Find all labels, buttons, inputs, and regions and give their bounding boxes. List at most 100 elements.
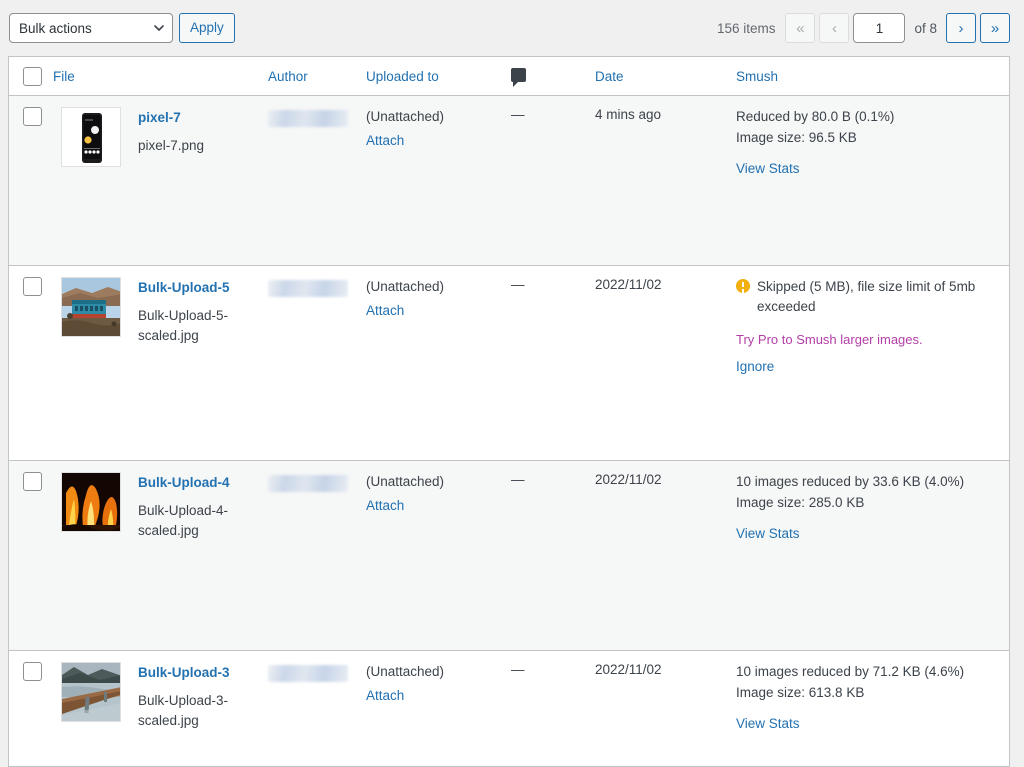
chevron-down-icon	[154, 23, 164, 33]
author-cell	[268, 662, 366, 766]
table-navigation-top: Bulk actions Apply 156 items « ‹ of 8 › …	[0, 0, 1024, 56]
file-name: Bulk-Upload-4-scaled.jpg	[138, 503, 229, 538]
file-title-link[interactable]: Bulk-Upload-4	[138, 474, 251, 492]
column-header-author[interactable]: Author	[268, 69, 366, 84]
attach-link[interactable]: Attach	[366, 498, 404, 513]
prev-page-button: ‹	[819, 13, 850, 43]
comments-value: —	[511, 277, 525, 292]
author-cell	[268, 107, 366, 265]
uploaded-to-value: (Unattached)	[366, 279, 445, 294]
column-header-smush[interactable]: Smush	[736, 69, 1009, 84]
comments-cell: —	[511, 662, 595, 766]
file-meta: Bulk-Upload-3 Bulk-Upload-3-scaled.jpg	[121, 662, 251, 766]
fire-thumbnail	[61, 472, 121, 532]
date-value: 2022/11/02	[595, 472, 662, 487]
first-page-button: «	[785, 13, 816, 43]
date-cell: 2022/11/02	[595, 277, 736, 460]
date-value: 2022/11/02	[595, 662, 662, 677]
column-header-date[interactable]: Date	[595, 69, 736, 84]
file-title-link[interactable]: Bulk-Upload-3	[138, 664, 251, 682]
bulk-actions-select[interactable]: Bulk actions	[9, 13, 173, 43]
row-checkbox[interactable]	[23, 472, 42, 491]
uploaded-to-value: (Unattached)	[366, 474, 445, 489]
bulk-actions-value: Bulk actions	[19, 20, 92, 36]
uploaded-to-cell: (Unattached) Attach	[366, 277, 511, 460]
uploaded-to-cell: (Unattached) Attach	[366, 662, 511, 766]
items-count: 156 items	[716, 20, 776, 36]
smush-image-size-line: Image size: 96.5 KB	[736, 129, 857, 145]
date-cell: 2022/11/02	[595, 472, 736, 650]
phone-thumbnail	[61, 107, 121, 167]
view-stats-link[interactable]: View Stats	[736, 161, 800, 176]
table-row: Bulk-Upload-3 Bulk-Upload-3-scaled.jpg (…	[9, 651, 1009, 767]
comments-value: —	[511, 662, 525, 677]
file-cell: pixel-7 pixel-7.png	[53, 107, 268, 265]
last-page-button[interactable]: »	[980, 13, 1010, 43]
media-library-table: File Author Uploaded to Date Smush pixel…	[8, 56, 1010, 767]
smush-reduction-line: 10 images reduced by 71.2 KB (4.6%)	[736, 664, 965, 679]
current-page-input[interactable]	[853, 13, 906, 43]
pier-lake-thumbnail	[61, 662, 121, 722]
comments-value: —	[511, 107, 525, 122]
comments-cell: —	[511, 107, 595, 265]
smush-skipped-notice: Skipped (5 MB), file size limit of 5mb e…	[736, 277, 988, 318]
comment-bubble-icon	[511, 67, 526, 87]
author-redacted-value	[268, 665, 348, 682]
author-cell	[268, 277, 366, 460]
file-title-link[interactable]: pixel-7	[138, 109, 251, 127]
try-pro-link[interactable]: Try Pro to Smush larger images.	[736, 332, 923, 347]
file-cell: Bulk-Upload-5 Bulk-Upload-5-scaled.jpg	[53, 277, 268, 460]
apply-button[interactable]: Apply	[179, 13, 235, 43]
smush-cell: 10 images reduced by 71.2 KB (4.6%) Imag…	[736, 662, 1009, 766]
file-name: Bulk-Upload-5-scaled.jpg	[138, 308, 229, 343]
file-title-link[interactable]: Bulk-Upload-5	[138, 279, 251, 297]
pagination-controls: 156 items « ‹ of 8 › »	[717, 13, 1010, 43]
row-checkbox[interactable]	[23, 107, 42, 126]
row-checkbox[interactable]	[23, 662, 42, 681]
file-meta: pixel-7 pixel-7.png	[121, 107, 251, 265]
select-all-cell	[9, 66, 53, 86]
column-header-comments[interactable]	[511, 67, 595, 87]
smush-image-size-line: Image size: 613.8 KB	[736, 684, 865, 700]
author-redacted-value	[268, 475, 348, 492]
smush-image-size-line: Image size: 285.0 KB	[736, 494, 865, 510]
select-all-checkbox[interactable]	[23, 66, 42, 86]
column-header-file[interactable]: File	[53, 69, 268, 84]
attach-link[interactable]: Attach	[366, 303, 404, 318]
author-cell	[268, 472, 366, 650]
attach-link[interactable]: Attach	[366, 133, 404, 148]
date-cell: 2022/11/02	[595, 662, 736, 766]
comments-value: —	[511, 472, 525, 487]
row-select-cell	[9, 107, 53, 265]
view-stats-link[interactable]: View Stats	[736, 526, 800, 541]
file-meta: Bulk-Upload-4 Bulk-Upload-4-scaled.jpg	[121, 472, 251, 650]
next-page-button[interactable]: ›	[946, 13, 976, 43]
table-row: Bulk-Upload-5 Bulk-Upload-5-scaled.jpg (…	[9, 266, 1009, 461]
total-pages-label: of 8	[914, 20, 937, 36]
file-cell: Bulk-Upload-4 Bulk-Upload-4-scaled.jpg	[53, 472, 268, 650]
file-cell: Bulk-Upload-3 Bulk-Upload-3-scaled.jpg	[53, 662, 268, 766]
ignore-link[interactable]: Ignore	[736, 359, 774, 374]
smush-skipped-text: Skipped (5 MB), file size limit of 5mb e…	[757, 279, 976, 315]
column-header-uploaded-to[interactable]: Uploaded to	[366, 69, 511, 84]
row-select-cell	[9, 277, 53, 460]
smush-reduction-line: Reduced by 80.0 B (0.1%)	[736, 109, 895, 124]
author-redacted-value	[268, 280, 348, 297]
bulk-actions-group: Bulk actions Apply	[9, 13, 235, 43]
attach-link[interactable]: Attach	[366, 688, 404, 703]
row-checkbox[interactable]	[23, 277, 42, 296]
file-name: Bulk-Upload-3-scaled.jpg	[138, 693, 229, 728]
file-name: pixel-7.png	[138, 138, 205, 154]
smush-cell: 10 images reduced by 33.6 KB (4.0%) Imag…	[736, 472, 1009, 650]
warning-icon	[736, 279, 750, 293]
uploaded-to-cell: (Unattached) Attach	[366, 107, 511, 265]
comments-cell: —	[511, 472, 595, 650]
uploaded-to-cell: (Unattached) Attach	[366, 472, 511, 650]
table-header-row: File Author Uploaded to Date Smush	[9, 57, 1009, 96]
uploaded-to-value: (Unattached)	[366, 109, 445, 124]
smush-cell: Skipped (5 MB), file size limit of 5mb e…	[736, 277, 1009, 460]
file-meta: Bulk-Upload-5 Bulk-Upload-5-scaled.jpg	[121, 277, 251, 460]
view-stats-link[interactable]: View Stats	[736, 716, 800, 731]
date-cell: 4 mins ago	[595, 107, 736, 265]
smush-cell: Reduced by 80.0 B (0.1%) Image size: 96.…	[736, 107, 1009, 265]
